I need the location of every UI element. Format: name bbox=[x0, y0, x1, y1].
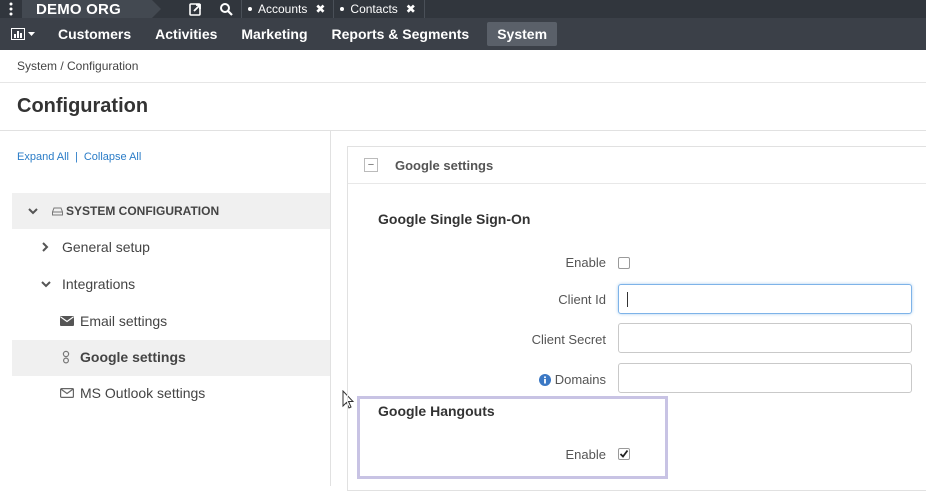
tab-dot bbox=[248, 7, 252, 11]
text-caret bbox=[627, 292, 628, 307]
tree-item-email-settings[interactable]: Email settings bbox=[60, 313, 167, 329]
nav-system[interactable]: System bbox=[487, 22, 558, 46]
domains-label: Domains bbox=[554, 372, 606, 387]
nav-marketing[interactable]: Marketing bbox=[229, 18, 319, 50]
share-icon[interactable] bbox=[181, 0, 211, 18]
client-secret-row: Client Secret bbox=[348, 332, 606, 348]
panel-header: − Google settings bbox=[348, 147, 926, 184]
close-icon[interactable]: ✖ bbox=[406, 2, 416, 16]
chevron-down-icon bbox=[28, 207, 38, 214]
google-icon bbox=[62, 350, 70, 364]
pinned-tab-contacts[interactable]: Contacts ✖ bbox=[334, 0, 425, 18]
domains-row: Domains bbox=[348, 372, 606, 388]
divider bbox=[0, 82, 926, 83]
top-bar: DEMO ORG Accounts ✖ Contacts ✖ bbox=[0, 0, 926, 18]
tree-item-ms-outlook-settings[interactable]: MS Outlook settings bbox=[60, 385, 205, 401]
nav-reports-segments[interactable]: Reports & Segments bbox=[320, 18, 482, 50]
tree-item-integrations[interactable]: Integrations bbox=[41, 276, 135, 292]
chevron-right-icon bbox=[42, 242, 49, 252]
tree-item-label: Email settings bbox=[80, 313, 168, 329]
domains-input[interactable] bbox=[618, 363, 912, 393]
info-icon[interactable] bbox=[538, 373, 551, 386]
tree-item-google-settings[interactable]: Google settings bbox=[62, 349, 186, 365]
nav-customers[interactable]: Customers bbox=[46, 18, 143, 50]
dashboard-menu[interactable] bbox=[0, 18, 46, 50]
tree-item-general-setup[interactable]: General setup bbox=[42, 239, 150, 255]
tab-label: Accounts bbox=[258, 2, 308, 16]
configuration-sidebar: Expand All | Collapse All SYSTEM CONFIGU… bbox=[0, 131, 331, 486]
client-id-input[interactable] bbox=[618, 284, 912, 314]
chevron-down-icon bbox=[28, 31, 35, 36]
envelope-icon bbox=[60, 316, 74, 326]
main-navigation: Customers Activities Marketing Reports &… bbox=[0, 18, 926, 50]
tree-item-label: MS Outlook settings bbox=[80, 385, 206, 401]
chevron-down-icon bbox=[41, 280, 51, 287]
collapse-all-link[interactable]: Collapse All bbox=[84, 151, 141, 163]
link-separator: | bbox=[74, 151, 78, 163]
tab-dot bbox=[340, 7, 345, 11]
collapse-section-button[interactable]: − bbox=[364, 158, 378, 172]
close-icon[interactable]: ✖ bbox=[315, 2, 325, 16]
pinned-tab-accounts[interactable]: Accounts ✖ bbox=[242, 0, 335, 18]
panel-title: Google settings bbox=[395, 157, 494, 173]
domains-label-group: Domains bbox=[538, 372, 606, 387]
sso-enable-checkbox[interactable] bbox=[618, 257, 630, 269]
tree-item-label: Google settings bbox=[80, 349, 186, 365]
breadcrumb: System / Configuration bbox=[17, 59, 139, 73]
tree-item-system-configuration[interactable]: SYSTEM CONFIGURATION bbox=[12, 193, 330, 229]
section-title-sso: Google Single Sign-On bbox=[378, 211, 531, 227]
client-id-row: Client Id bbox=[348, 292, 606, 308]
tree-item-label: SYSTEM CONFIGURATION bbox=[66, 204, 220, 218]
search-icon[interactable] bbox=[211, 0, 241, 18]
org-arrow bbox=[152, 0, 161, 18]
tree-item-label: General setup bbox=[62, 239, 150, 255]
highlight-box bbox=[357, 396, 668, 479]
expand-all-link[interactable]: Expand All bbox=[17, 151, 69, 163]
dashboard-icon bbox=[11, 28, 25, 40]
envelope-outline-icon bbox=[60, 388, 74, 398]
enable-row: Enable bbox=[348, 255, 606, 271]
tab-label: Contacts bbox=[350, 2, 398, 16]
tree-item-label: Integrations bbox=[62, 276, 136, 292]
page-title: Configuration bbox=[17, 95, 149, 117]
enable-label: Enable bbox=[565, 255, 606, 270]
tree-controls: Expand All | Collapse All bbox=[17, 151, 141, 163]
client-secret-input[interactable] bbox=[618, 323, 912, 353]
organization-name[interactable]: DEMO ORG bbox=[22, 0, 152, 18]
client-secret-label: Client Secret bbox=[531, 332, 606, 347]
client-id-label: Client Id bbox=[558, 292, 606, 307]
nav-activities[interactable]: Activities bbox=[143, 18, 229, 50]
menu-dots-icon[interactable] bbox=[0, 0, 22, 18]
hard-drive-icon bbox=[52, 207, 63, 215]
